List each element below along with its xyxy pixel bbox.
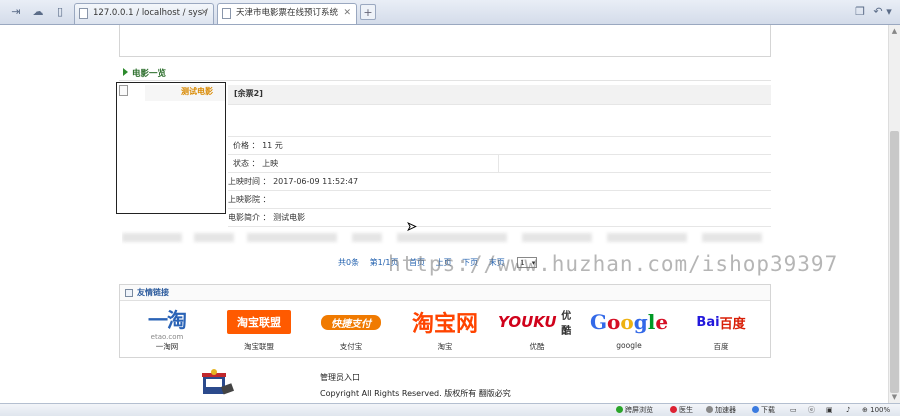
window-icon[interactable]: ❐ (852, 4, 868, 20)
section-title: 电影一览 (132, 69, 167, 79)
volume-icon[interactable]: ♪ (846, 405, 850, 416)
etao-logo: 一淘 etao.com (148, 307, 187, 341)
doctor-button[interactable]: 医生 (670, 405, 693, 416)
movie-status: 状态 ： 上映 (233, 159, 279, 168)
forward-icon[interactable]: ⇥ (8, 4, 24, 20)
friend-links-title: 友情链接 (137, 288, 169, 297)
alipay-logo: 快捷支付 (321, 315, 381, 330)
partner-name: google (616, 341, 642, 350)
admin-entry-link[interactable]: 管理员入口 (320, 370, 511, 386)
blurred-row (122, 230, 770, 246)
partner-taobao-union[interactable]: 淘宝联盟 淘宝联盟 (220, 307, 298, 355)
friend-links-header: 友情链接 (120, 285, 770, 301)
browser-toolbar: ⇥ ☁ ▯ 127.0.0.1 / localhost / sys / ✕ 天津… (0, 0, 900, 25)
page-icon (79, 8, 88, 19)
partner-name: 百度 (713, 342, 729, 351)
page-content: 电影一览 测试电影 [余票2] 价格 ： 11 元 状态 ： 上映 上映时间 ：… (0, 25, 888, 403)
chevron-down-icon[interactable]: ▾ (884, 4, 894, 20)
zoom-level[interactable]: ⊕ 100% (862, 405, 890, 416)
google-logo: Google (589, 310, 669, 334)
footer-text: 管理员入口 Copyright All Rights Reserved. 版权所… (320, 370, 511, 402)
movie-cinema: 上映影院 ： (228, 191, 771, 209)
close-icon[interactable]: ✕ (200, 4, 208, 23)
partner-name: 一淘网 (155, 342, 179, 351)
screen-icon[interactable]: ▭ (790, 405, 797, 416)
close-icon[interactable]: ✕ (343, 4, 351, 23)
new-tab-button[interactable]: + (360, 4, 376, 20)
cell-divider (498, 155, 499, 173)
scroll-thumb[interactable] (890, 131, 899, 393)
status-bar: 跨屏浏览 医生 加速器 下载 ▭ ⓔ ▣ ♪ ⊕ 100% (0, 403, 900, 416)
partner-name: 淘宝联盟 (244, 342, 274, 351)
youku-logo: YOUKU 优酷 (498, 311, 572, 337)
movie-release-time: 上映时间 ： 2017-06-09 11:52:47 (228, 173, 771, 191)
arrow-right-icon (123, 68, 128, 76)
baidu-logo: Bai 百度 (696, 314, 746, 332)
movie-name[interactable]: [余票2] (228, 85, 771, 105)
cloud-icon[interactable]: ☁ (30, 4, 46, 20)
movies-section-header: 电影一览 (119, 65, 771, 81)
ie-icon[interactable]: ⓔ (808, 405, 815, 416)
scroll-up-icon[interactable]: ▲ (889, 25, 900, 37)
broken-image-icon (119, 85, 128, 96)
top-panel (119, 25, 771, 57)
copyright: Copyright All Rights Reserved. 版权所有 翻版必究 (320, 389, 511, 398)
partner-taobao[interactable]: 淘宝网 淘宝 (406, 307, 484, 355)
movie-poster[interactable]: 测试电影 (116, 82, 226, 214)
pager-total: 共0条 (338, 258, 360, 267)
partner-etao[interactable]: 一淘 etao.com 一淘网 (128, 307, 206, 355)
scroll-down-icon[interactable]: ▼ (889, 391, 900, 403)
movie-status-row: 状态 ： 上映 (228, 155, 771, 173)
download-button[interactable]: 下载 (752, 405, 775, 416)
watermark: https://www.huzhan.com/ishop39397 (388, 252, 839, 276)
partner-name: 支付宝 (339, 342, 363, 351)
vertical-scrollbar[interactable]: ▲ ▼ (888, 25, 900, 403)
tab-label: 127.0.0.1 / localhost / sys / (93, 8, 208, 18)
info-spacer (228, 105, 771, 137)
mouse-cursor-icon: ➤ (406, 220, 417, 234)
movie-intro: 电影简介 ： 测试电影 (228, 209, 771, 227)
window-icon[interactable]: ▣ (826, 405, 833, 416)
friend-links-section: 友情链接 一淘 etao.com 一淘网 淘宝联盟 淘宝联盟 快捷支付 支付宝 淘… (119, 284, 771, 358)
taobao-logo: 淘宝网 (411, 312, 478, 337)
zoom-icon: ⊕ (862, 406, 868, 414)
partner-baidu[interactable]: Bai 百度 百度 (682, 307, 760, 355)
taobao-union-logo: 淘宝联盟 (227, 310, 291, 334)
link-icon (125, 289, 133, 297)
tab-localhost[interactable]: 127.0.0.1 / localhost / sys / ✕ (74, 3, 214, 24)
partner-google[interactable]: Google google (590, 307, 668, 355)
partner-name: 淘宝 (437, 342, 453, 351)
police-badge-icon (202, 369, 235, 395)
movie-price: 价格 ： 11 元 (228, 137, 771, 155)
tab-cinema-system[interactable]: 天津市电影票在线预订系统 ✕ (217, 3, 357, 24)
page-icon (222, 8, 231, 19)
accelerator-button[interactable]: 加速器 (706, 405, 736, 416)
poster-alt-text: 测试电影 (181, 87, 213, 96)
partner-youku[interactable]: YOUKU 优酷 优酷 (498, 307, 576, 355)
partner-name: 优酷 (529, 342, 545, 351)
bookmark-icon[interactable]: ▯ (52, 4, 68, 20)
tab-label: 天津市电影票在线预订系统 (236, 8, 339, 18)
cross-screen-button[interactable]: 跨屏浏览 (616, 405, 653, 416)
partner-alipay[interactable]: 快捷支付 支付宝 (312, 307, 390, 355)
